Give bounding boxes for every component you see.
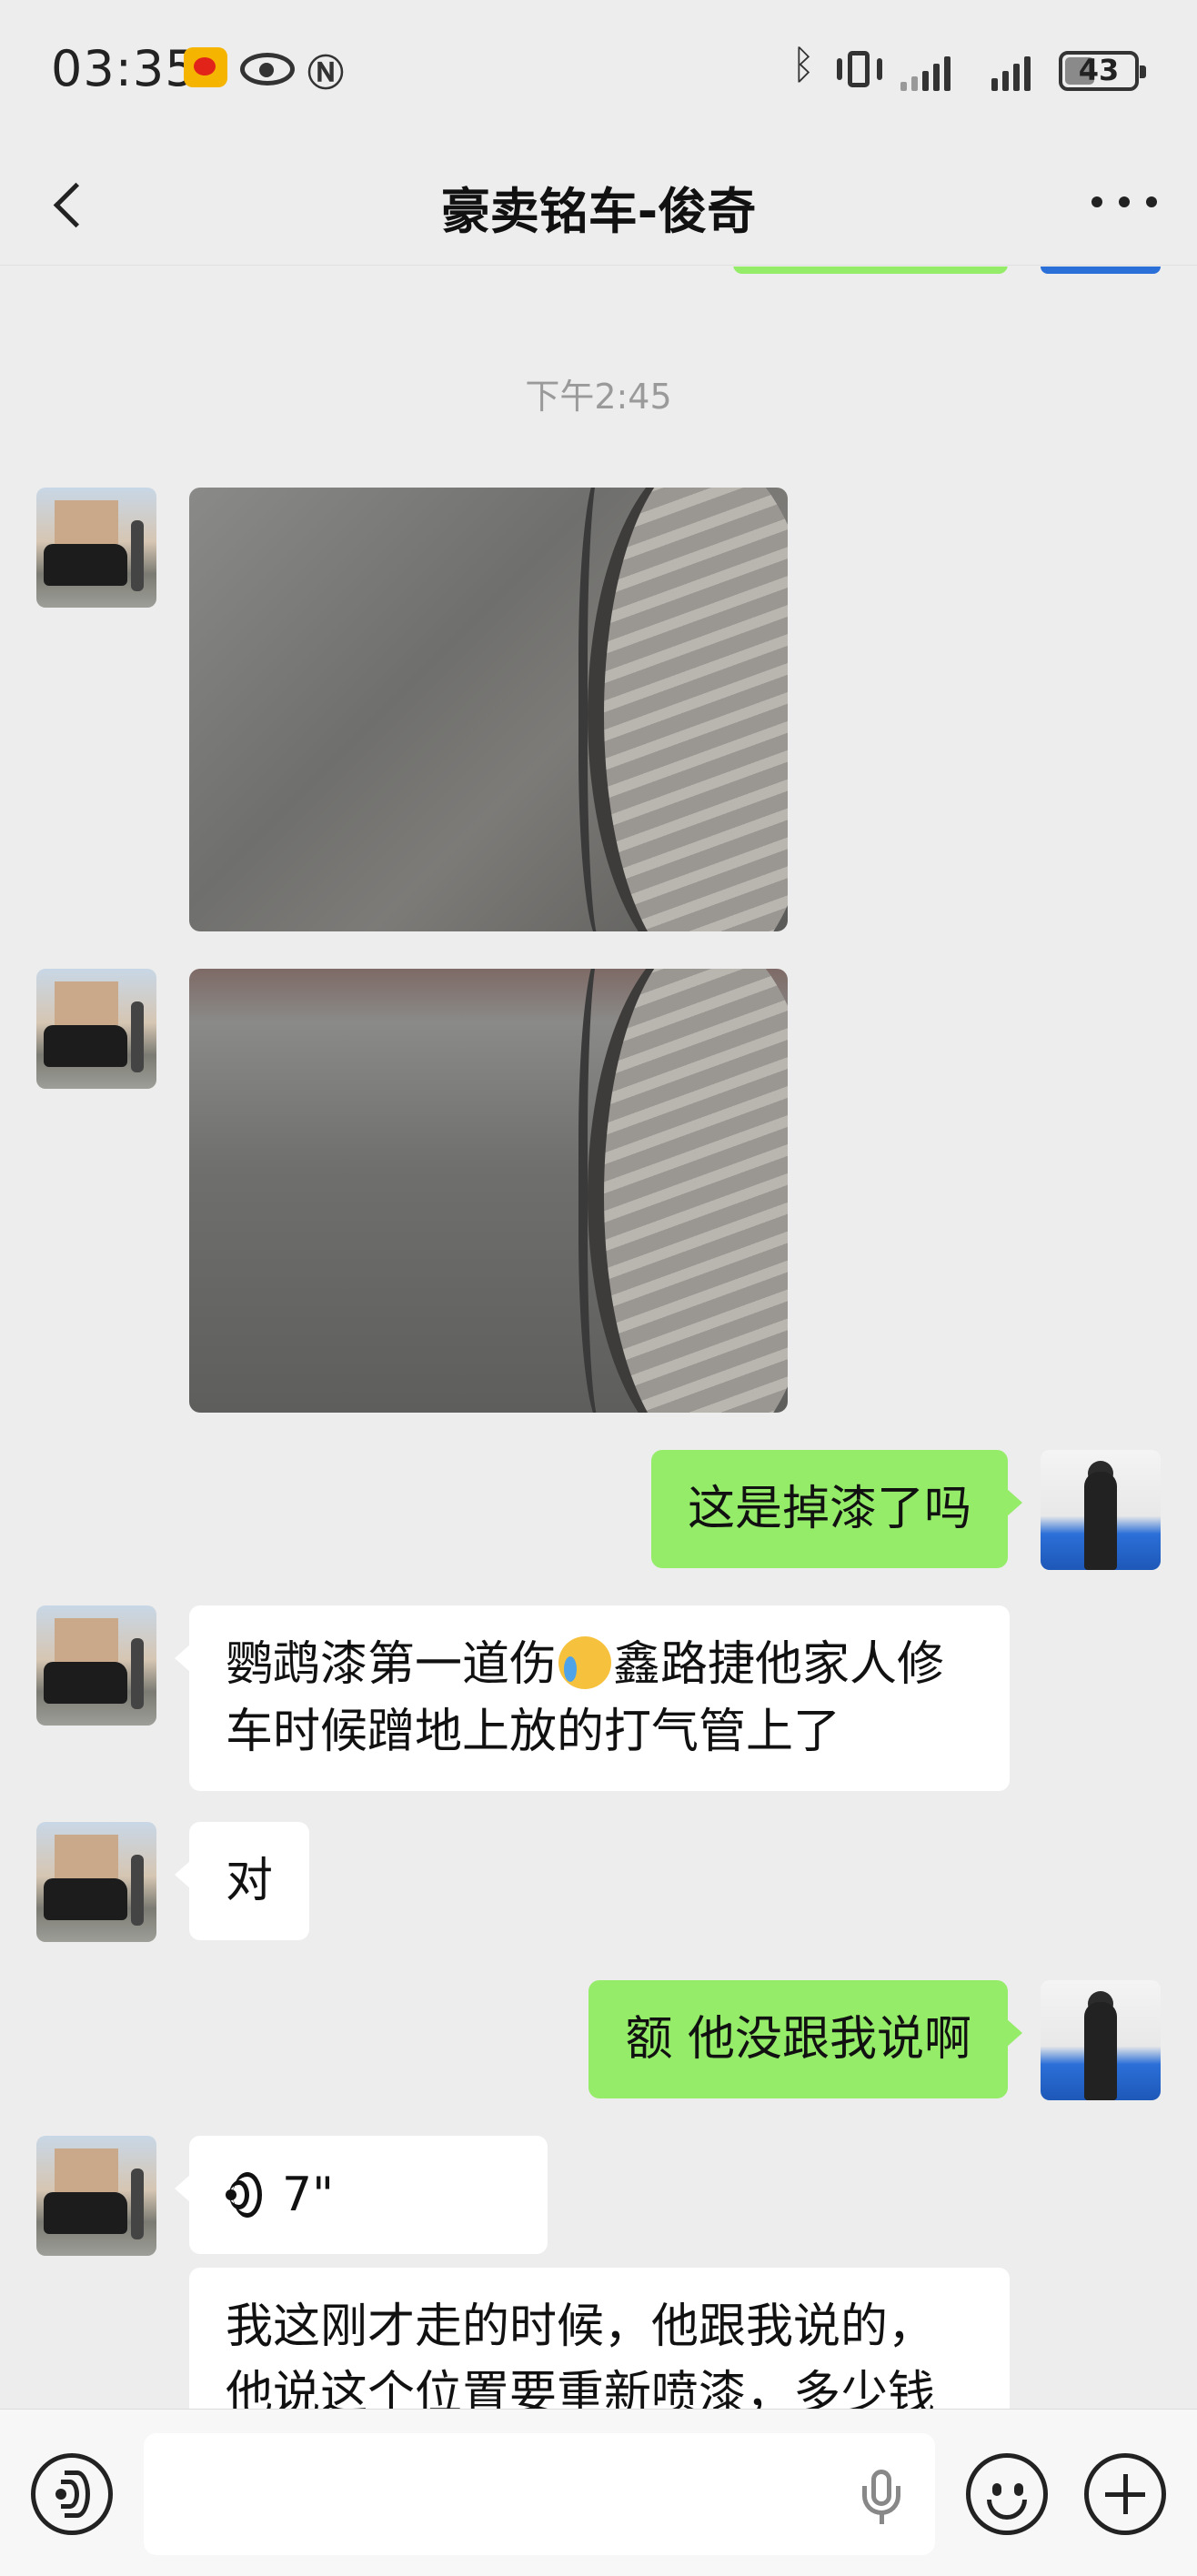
emoji-icon[interactable] xyxy=(966,2453,1048,2535)
contact-text-message[interactable]: 我这刚才走的时候，他跟我说的，他说这个位置要重新喷漆，多少钱 xyxy=(189,2268,1010,2409)
status-bar: 03:35 Ⓝ ᛒ 43 xyxy=(0,0,1197,146)
contact-text-message[interactable]: 对 xyxy=(174,1822,310,1940)
nav-bar: 豪卖铭车-俊奇 xyxy=(0,146,1197,266)
battery-icon: 43 xyxy=(1059,51,1146,91)
contact-avatar[interactable] xyxy=(36,1822,156,1942)
message-text: 鹦鹉漆第一道伤 xyxy=(226,1637,558,1692)
message-timestamp: 下午2:45 xyxy=(525,377,672,417)
crying-laughing-emoji-icon xyxy=(558,1636,612,1689)
previous-message-bubble[interactable] xyxy=(733,267,1008,274)
eye-icon xyxy=(240,53,295,86)
message-text: 额 他没跟我说啊 xyxy=(625,2012,971,2067)
message-text: 我这刚才走的时候，他跟我说的，他说这个位置要重新喷漆，多少钱 xyxy=(226,2299,936,2409)
input-bar xyxy=(0,2409,1197,2576)
contact-text-message[interactable]: 鹦鹉漆第一道伤 鑫路捷他家人修车时候蹭地上放的打气管上了 xyxy=(175,1605,1010,1791)
image-message[interactable] xyxy=(189,488,788,931)
my-avatar[interactable] xyxy=(1041,1980,1161,2100)
nfc-icon: Ⓝ xyxy=(307,53,344,95)
contact-avatar[interactable] xyxy=(36,488,156,608)
message-text: 这是掉漆了吗 xyxy=(687,1482,971,1536)
status-time: 03:35 xyxy=(51,40,197,97)
my-avatar[interactable] xyxy=(1041,267,1161,274)
contact-avatar[interactable] xyxy=(36,969,156,1089)
vibrate-icon xyxy=(835,51,884,87)
voice-wave-icon xyxy=(226,2172,262,2218)
my-text-message[interactable]: 额 他没跟我说啊 xyxy=(588,1980,1022,2098)
contact-avatar[interactable] xyxy=(36,1605,156,1726)
plus-icon[interactable] xyxy=(1084,2453,1166,2535)
chat-screen: 03:35 Ⓝ ᛒ 43 豪卖铭车-俊奇 下午2:45 这是掉漆了吗 鹦鹉漆第一… xyxy=(0,0,1197,2576)
battery-level: 43 xyxy=(1078,53,1120,87)
signal-icon xyxy=(900,51,951,91)
message-text: 对 xyxy=(226,1854,274,1908)
voice-message[interactable]: 7" xyxy=(175,2136,548,2254)
bluetooth-icon: ᛒ xyxy=(791,42,816,88)
voice-mode-icon[interactable] xyxy=(31,2453,113,2535)
image-message[interactable] xyxy=(189,969,788,1413)
message-list[interactable]: 下午2:45 这是掉漆了吗 鹦鹉漆第一道伤 鑫路捷他家人修车时候蹭地上放的打气管上… xyxy=(0,267,1197,2409)
my-text-message[interactable]: 这是掉漆了吗 xyxy=(650,1450,1023,1568)
my-avatar[interactable] xyxy=(1041,1450,1161,1570)
signal-icon xyxy=(991,51,1031,91)
weibo-icon xyxy=(184,47,227,87)
microphone-icon[interactable] xyxy=(859,2470,906,2524)
message-input[interactable] xyxy=(144,2433,935,2555)
chat-title: 豪卖铭车-俊奇 xyxy=(440,183,757,240)
more-dots-icon[interactable] xyxy=(1091,196,1157,215)
voice-duration: 7" xyxy=(282,2168,335,2222)
contact-avatar[interactable] xyxy=(36,2136,156,2256)
